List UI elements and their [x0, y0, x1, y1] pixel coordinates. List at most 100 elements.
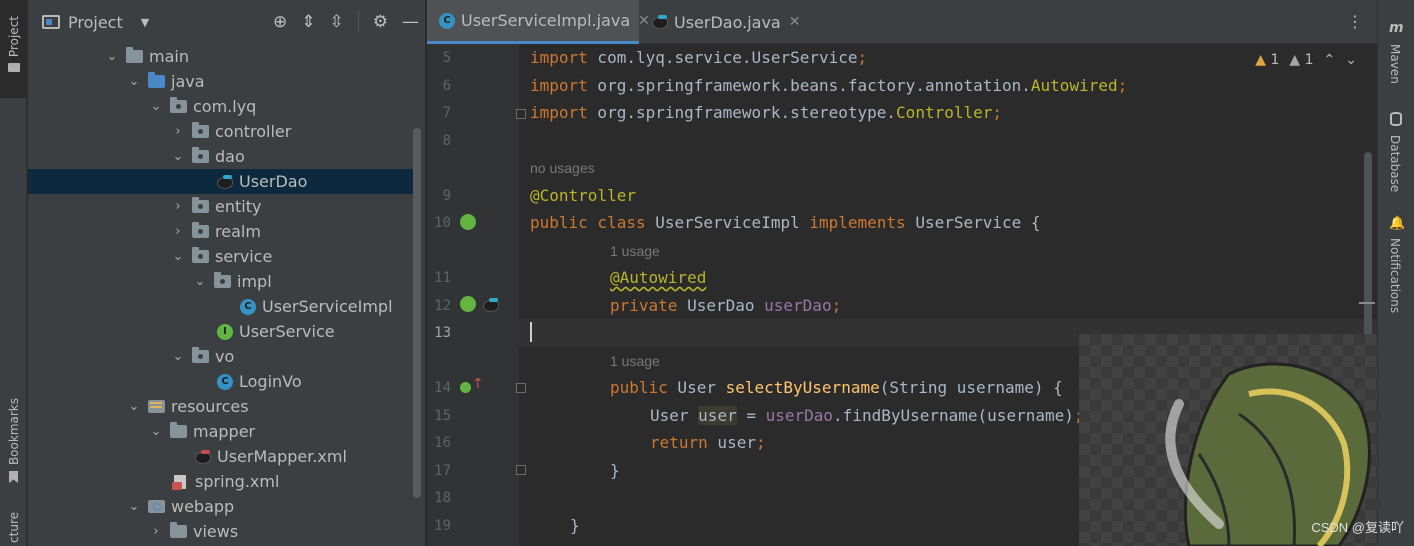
gear-icon[interactable]: ⚙	[373, 12, 388, 32]
notifications-tool-tab[interactable]: Notifications	[1388, 238, 1402, 313]
project-tool-tab[interactable]: Project	[0, 0, 27, 98]
annotation-name: Controller	[896, 103, 993, 122]
chevron-down-icon[interactable]: ⌄	[170, 349, 186, 364]
tree-item-resources[interactable]: ⌄ resources	[28, 394, 414, 419]
close-icon[interactable]: ✕	[789, 14, 801, 30]
tree-item-java[interactable]: ⌄ java	[28, 69, 414, 94]
collapse-all-icon[interactable]: ⇳	[330, 12, 344, 32]
chevron-down-icon[interactable]: ⌄	[192, 274, 208, 289]
semicolon: ;	[831, 296, 842, 315]
tree-item-label: LoginVo	[239, 372, 302, 391]
maven-icon[interactable]: m	[1389, 20, 1404, 36]
bookmarks-tool-tab[interactable]: Bookmarks	[0, 398, 27, 490]
tab-userserviceimpl[interactable]: C UserServiceImpl.java ✕	[427, 0, 650, 44]
chevron-right-icon[interactable]: ›	[148, 524, 164, 539]
chevron-down-icon[interactable]: ⌄	[148, 424, 164, 439]
field-name: userDao	[764, 296, 832, 315]
database-icon[interactable]	[1390, 112, 1402, 126]
tree-item-usermapper-xml[interactable]: UserMapper.xml	[28, 444, 414, 469]
semicolon: ;	[1117, 76, 1128, 95]
chevron-down-icon[interactable]: ⌄	[126, 499, 142, 514]
tree-item-label: controller	[215, 122, 292, 141]
chevron-down-icon[interactable]: ⌄	[170, 149, 186, 164]
semicolon: ;	[857, 48, 868, 67]
tree-item-webapp[interactable]: ⌄ webapp	[28, 494, 414, 519]
structure-tool-tab[interactable]: cture	[0, 512, 27, 546]
editor-gutter: 5 6 7 8 9 10 11 12 13 14 15 16 17 18 19 …	[427, 44, 519, 546]
semicolon: ;	[992, 103, 1003, 122]
hide-icon[interactable]: —	[402, 12, 419, 32]
chevron-down-icon[interactable]: ⌄	[148, 99, 164, 114]
bell-icon[interactable]: 🔔	[1389, 216, 1405, 231]
code-line-14: public User selectByUsername(String user…	[610, 378, 1063, 397]
line-number: 5	[442, 50, 451, 66]
chevron-up-icon[interactable]: ⌃	[1324, 52, 1336, 68]
project-panel-title[interactable]: Project	[68, 13, 123, 32]
tree-item-entity[interactable]: › entity	[28, 194, 414, 219]
code-line-5: import com.lyq.service.UserService;	[530, 48, 867, 67]
tree-item-label: views	[193, 522, 239, 541]
tree-item-spring-xml[interactable]: spring.xml	[28, 469, 414, 494]
chevron-right-icon[interactable]: ›	[170, 224, 186, 239]
database-tool-tab[interactable]: Database	[1388, 135, 1402, 192]
maven-tool-tab[interactable]: Maven	[1388, 44, 1402, 84]
chevron-down-icon[interactable]: ⌄	[1345, 52, 1357, 68]
mybatis-navigate-icon[interactable]	[482, 297, 500, 313]
usages-hint[interactable]: 1 usage	[610, 353, 660, 369]
inspection-widget[interactable]: ▲ 1 ▲ 1 ⌃ ⌄	[1255, 52, 1357, 68]
tree-item-userdao[interactable]: UserDao	[28, 169, 414, 194]
tree-item-impl[interactable]: ⌄ impl	[28, 269, 414, 294]
line-number: 11	[434, 270, 451, 286]
tree-item-label: UserServiceImpl	[262, 297, 393, 316]
code-text: }	[570, 516, 580, 535]
warning-indicator[interactable]: ▲ 1	[1255, 52, 1279, 68]
code-line-16: return user;	[650, 433, 766, 452]
usages-hint[interactable]: 1 usage	[610, 243, 660, 259]
tree-item-mapper[interactable]: ⌄ mapper	[28, 419, 414, 444]
tree-item-controller[interactable]: › controller	[28, 119, 414, 144]
tree-item-label: com.lyq	[193, 97, 257, 116]
implements-icon[interactable]	[460, 382, 471, 393]
tree-item-vo[interactable]: ⌄ vo	[28, 344, 414, 369]
annotation: @Controller	[530, 186, 636, 205]
chevron-down-icon[interactable]: ⌄	[126, 74, 142, 89]
package-icon	[192, 347, 209, 363]
class-icon: C	[240, 298, 256, 315]
more-options-icon[interactable]: ⋮	[1347, 12, 1363, 31]
chevron-down-icon[interactable]: ⌄	[104, 49, 120, 64]
code-text: org.springframework.stereotype.	[587, 103, 897, 122]
project-scrollbar[interactable]	[413, 128, 421, 498]
line-number: 6	[442, 78, 451, 94]
tree-item-label: realm	[215, 222, 261, 241]
tree-item-label: main	[149, 47, 189, 66]
chevron-down-icon[interactable]: ⌄	[170, 249, 186, 264]
usages-hint[interactable]: no usages	[530, 160, 595, 176]
class-name: UserServiceImpl	[645, 213, 810, 232]
tree-item-realm[interactable]: › realm	[28, 219, 414, 244]
override-arrow-icon[interactable]: ↑	[472, 376, 484, 392]
tree-item-userserviceimpl[interactable]: C UserServiceImpl	[28, 294, 414, 319]
code-line-9: @Controller	[530, 186, 636, 205]
weak-warning-indicator[interactable]: ▲ 1	[1289, 52, 1313, 68]
chevron-down-icon[interactable]: ▼	[141, 16, 149, 29]
chevron-down-icon[interactable]: ⌄	[126, 399, 142, 414]
spring-autowire-icon[interactable]	[460, 296, 476, 312]
code-line-10: public class UserServiceImpl implements …	[530, 213, 1041, 232]
tab-userdao[interactable]: UserDao.java ✕	[639, 0, 801, 44]
expand-all-icon[interactable]: ⇕	[301, 12, 315, 32]
tree-item-main[interactable]: ⌄ main	[28, 44, 414, 69]
keyword: public	[610, 378, 668, 397]
package-icon	[170, 97, 187, 113]
chevron-right-icon[interactable]: ›	[170, 124, 186, 139]
code-line-12: private UserDao userDao;	[610, 296, 841, 315]
tree-item-views[interactable]: › views	[28, 519, 414, 544]
tree-item-userservice[interactable]: I UserService	[28, 319, 414, 344]
tree-item-loginvo[interactable]: C LoginVo	[28, 369, 414, 394]
spring-bean-icon[interactable]	[460, 214, 476, 230]
tree-item-com-lyq[interactable]: ⌄ com.lyq	[28, 94, 414, 119]
tree-item-dao[interactable]: ⌄ dao	[28, 144, 414, 169]
locate-icon[interactable]: ⊕	[273, 12, 287, 32]
package-icon	[192, 247, 209, 263]
tree-item-service[interactable]: ⌄ service	[28, 244, 414, 269]
chevron-right-icon[interactable]: ›	[170, 199, 186, 214]
